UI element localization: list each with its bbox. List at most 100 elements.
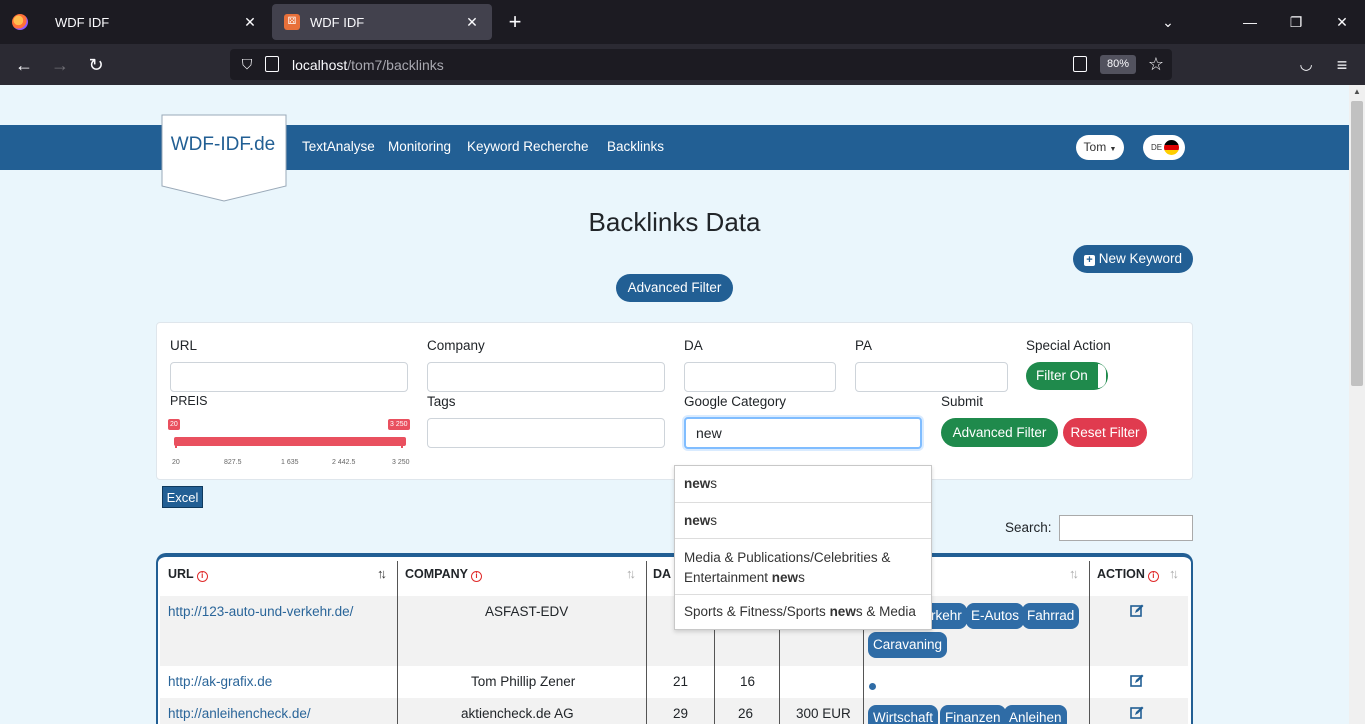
site-logo[interactable]: WDF-IDF.de: [161, 114, 287, 202]
tag-badge[interactable]: Finanzen: [940, 705, 1006, 724]
back-icon[interactable]: ←: [10, 51, 38, 79]
nav-keyword-recherche[interactable]: Keyword Recherche: [467, 139, 589, 154]
bookmark-star-icon[interactable]: ☆: [1146, 53, 1166, 75]
reader-view-icon[interactable]: [1073, 56, 1087, 72]
nav-backlinks[interactable]: Backlinks: [607, 139, 664, 154]
language-code: DE: [1151, 143, 1163, 152]
edit-icon[interactable]: [1130, 604, 1144, 617]
minimize-icon[interactable]: —: [1227, 0, 1273, 44]
column-divider: [1089, 561, 1090, 724]
window-close-icon[interactable]: ✕: [1319, 0, 1365, 44]
sort-icon[interactable]: ↑↓: [1169, 566, 1179, 581]
autocomplete-option[interactable]: Media & Publications/Celebrities & Enter…: [675, 539, 931, 595]
column-divider: [646, 561, 647, 724]
browser-nav-bar: ← → ↻ ⛉ localhost/tom7/backlinks 80% ☆ ◡…: [0, 44, 1365, 85]
reload-icon[interactable]: ↻: [82, 51, 110, 79]
tab-title: WDF IDF: [310, 14, 365, 30]
tag-badge[interactable]: Anleihen: [1004, 705, 1067, 724]
price-range-slider[interactable]: [174, 437, 406, 446]
pa-input[interactable]: [855, 362, 1008, 392]
close-tab-icon[interactable]: ✕: [460, 14, 484, 31]
sort-icon[interactable]: ↑↓: [626, 566, 636, 581]
edit-icon[interactable]: [1130, 706, 1144, 719]
address-bar[interactable]: ⛉ localhost/tom7/backlinks 80% ☆: [230, 49, 1172, 80]
preis-label: PREIS: [170, 394, 208, 408]
google-category-label: Google Category: [684, 394, 787, 409]
table-search-input[interactable]: [1059, 515, 1193, 541]
slider-tick: 2 442.5: [332, 459, 356, 466]
slider-tick: 1 635: [281, 459, 299, 466]
nav-textanalyse[interactable]: TextAnalyse: [302, 139, 375, 154]
tab-list-chevron-icon[interactable]: ⌄: [1145, 0, 1191, 44]
header-company[interactable]: COMPANY i: [405, 567, 482, 582]
tag-badge[interactable]: Fahrrad: [1022, 603, 1080, 629]
autocomplete-option[interactable]: news: [675, 503, 931, 539]
sort-icon[interactable]: ↑↓: [377, 566, 387, 581]
row-pa: 16: [740, 674, 756, 689]
header-action[interactable]: ACTION i: [1097, 567, 1159, 582]
tab-favicon: ⚄: [284, 14, 300, 30]
header-da[interactable]: DA: [653, 567, 671, 581]
language-switcher[interactable]: DE: [1143, 135, 1185, 160]
edit-icon[interactable]: [1130, 674, 1144, 687]
browser-tab-bar: WDF IDF ✕ ⚄ WDF IDF ✕ + ⌄ — ❐ ✕: [0, 0, 1365, 44]
firefox-icon: [12, 14, 28, 30]
sort-icon[interactable]: ↑↓: [1069, 566, 1079, 581]
tag-badge[interactable]: Wirtschaft: [868, 705, 939, 724]
row-url-link[interactable]: http://anleihencheck.de/: [168, 706, 311, 721]
info-icon: i: [470, 571, 482, 582]
special-action-toggle[interactable]: Filter On: [1026, 362, 1108, 390]
autocomplete-option[interactable]: Sports & Fitness/Sports news & Media: [675, 595, 931, 629]
url-input[interactable]: [170, 362, 408, 392]
page-icon: [265, 56, 279, 72]
slider-min-handle[interactable]: [175, 441, 177, 448]
plus-icon: +: [1083, 255, 1095, 266]
nav-monitoring[interactable]: Monitoring: [388, 139, 451, 154]
shield-icon[interactable]: ⛉: [238, 55, 256, 73]
zoom-level[interactable]: 80%: [1100, 55, 1136, 74]
scroll-up-icon[interactable]: ▲: [1352, 87, 1362, 97]
menu-icon[interactable]: ≡: [1328, 51, 1356, 79]
logo-text: WDF-IDF.de: [170, 134, 276, 155]
browser-tab-active[interactable]: ⚄ WDF IDF ✕: [272, 4, 492, 40]
company-label: Company: [427, 338, 485, 353]
column-divider: [397, 561, 398, 724]
google-category-input[interactable]: new: [684, 417, 922, 449]
new-tab-icon[interactable]: +: [503, 8, 527, 36]
browser-tab[interactable]: WDF IDF ✕: [0, 0, 270, 44]
slider-max-handle[interactable]: [401, 441, 403, 448]
forward-icon[interactable]: →: [46, 51, 74, 79]
advanced-filter-submit-button[interactable]: Advanced Filter: [941, 418, 1058, 447]
da-input[interactable]: [684, 362, 836, 392]
tab-title: WDF IDF: [55, 14, 110, 30]
url-label: URL: [170, 338, 198, 353]
excel-export-button[interactable]: Excel: [162, 486, 203, 508]
info-icon: i: [196, 571, 208, 582]
header-url[interactable]: URL i: [168, 567, 208, 582]
user-dropdown[interactable]: Tom ▼: [1076, 135, 1124, 160]
slider-min-value: 20: [168, 419, 180, 430]
pocket-icon[interactable]: ◡: [1292, 51, 1320, 79]
row-da: 29: [673, 706, 689, 721]
empty-tag-dot: [869, 683, 876, 690]
tag-badge[interactable]: E-Autos: [966, 603, 1025, 629]
tag-badge[interactable]: Caravaning: [868, 632, 948, 658]
row-url-link[interactable]: http://123-auto-und-verkehr.de/: [168, 604, 353, 619]
slider-tick: 3 250: [392, 459, 410, 466]
company-input[interactable]: [427, 362, 665, 392]
url-text[interactable]: localhost/tom7/backlinks: [292, 57, 444, 73]
slider-max-value: 3 250: [388, 419, 410, 430]
tags-input[interactable]: [427, 418, 665, 448]
autocomplete-option[interactable]: news: [675, 466, 931, 503]
advanced-filter-toggle[interactable]: Advanced Filter: [616, 274, 733, 302]
restore-icon[interactable]: ❐: [1273, 0, 1319, 44]
close-tab-icon[interactable]: ✕: [238, 14, 262, 31]
tag-badge[interactable]: rkehr: [926, 603, 967, 629]
row-price: 300 EUR: [796, 706, 851, 721]
reset-filter-button[interactable]: Reset Filter: [1063, 418, 1147, 447]
row-url-link[interactable]: http://ak-grafix.de: [168, 674, 272, 689]
new-keyword-button[interactable]: + New Keyword: [1073, 245, 1193, 273]
row-da: 21: [673, 674, 689, 689]
scroll-thumb[interactable]: [1351, 101, 1363, 386]
page-scrollbar[interactable]: ▲: [1349, 85, 1365, 724]
